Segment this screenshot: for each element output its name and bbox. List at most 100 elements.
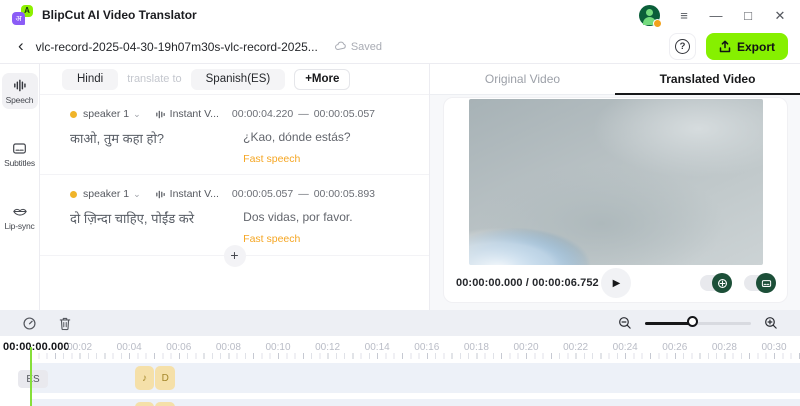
timeline-clip[interactable]: ♪ [135, 366, 155, 390]
timeline-clip[interactable]: D [155, 366, 175, 390]
add-segment-button[interactable]: + [224, 245, 246, 267]
dubbing-toggle-knob [712, 273, 732, 293]
tick-label: 00:16 [414, 342, 439, 353]
playback-speed-icon[interactable] [22, 316, 37, 331]
video-preview-panel: Original Video Translated Video 00:00:00… [430, 64, 800, 310]
zoom-in-icon[interactable] [764, 316, 778, 330]
voice-name: Instant V... [170, 188, 219, 200]
speaker-color-dot [70, 191, 77, 198]
sidebar-item-subtitles[interactable]: Subtitles [2, 136, 38, 172]
logo-devanagari-bubble: अ [12, 12, 25, 25]
save-status: Saved [334, 40, 382, 53]
source-language-selector[interactable]: Hindi [62, 69, 118, 90]
voice-name: Instant V... [170, 108, 219, 120]
tick-label: 00:08 [216, 342, 241, 353]
chevron-down-icon: ⌄ [133, 189, 141, 200]
menu-icon[interactable]: ≡ [676, 9, 692, 22]
player-controls: 00:00:00.000 / 00:00:06.752 ▶ [444, 264, 787, 302]
speaker-selector[interactable]: speaker 1 [83, 108, 129, 120]
timeline-clip[interactable]: ♪ [135, 402, 155, 406]
playhead-line[interactable] [30, 347, 32, 406]
tab-original-video[interactable]: Original Video [430, 64, 615, 94]
user-avatar[interactable] [639, 5, 660, 26]
cloud-icon [334, 40, 347, 53]
waveform-icon [12, 78, 27, 93]
target-language-selector[interactable]: Spanish(ES) [191, 69, 286, 90]
segment-row[interactable]: speaker 1 ⌄ Instant V... 00:00:05.057 [40, 174, 429, 254]
save-status-label: Saved [351, 41, 382, 53]
lips-icon [12, 204, 28, 219]
tick-label: 00:02 [67, 342, 92, 353]
translated-subtitle-text[interactable]: Dos vidas, por favor. [243, 210, 403, 224]
project-filename[interactable]: vlc-record-2025-04-30-19h07m30s-vlc-reco… [36, 40, 318, 54]
source-subtitle-text[interactable]: दो ज़िन्दा चाहिए, पोईंड करे [70, 210, 243, 245]
tick-label: 00:24 [613, 342, 638, 353]
help-button[interactable]: ? [669, 33, 696, 60]
zoom-slider-knob[interactable] [687, 316, 698, 327]
voice-selector[interactable]: Instant V... [155, 108, 219, 120]
speaker-color-dot [70, 111, 77, 118]
segment-start: 00:00:05.057 [232, 188, 293, 200]
question-icon: ? [675, 39, 690, 54]
timeline-ruler[interactable]: 00:00:00.000 00:0200:0400:0600:0800:1000… [0, 336, 800, 362]
zoom-out-icon[interactable] [618, 316, 632, 330]
playhead-time-label: 00:00:00.000 [3, 341, 70, 353]
play-button[interactable]: ▶ [601, 268, 631, 298]
tick-label: 00:28 [712, 342, 737, 353]
tick-label: 00:30 [761, 342, 786, 353]
video-player-card: 00:00:00.000 / 00:00:06.752 ▶ [443, 97, 788, 303]
source-subtitle-text[interactable]: काओ, तुम कहा हो? [70, 130, 243, 165]
sidebar-label-lipsync: Lip-sync [4, 221, 34, 231]
tab-translated-video[interactable]: Translated Video [615, 64, 800, 94]
tick-label: 00:20 [513, 342, 538, 353]
segment-timerange[interactable]: 00:00:04.220 — 00:00:05.057 [232, 108, 375, 120]
titlebar: A अ BlipCut AI Video Translator ≡ — □ ✕ [0, 0, 800, 30]
export-label: Export [737, 40, 775, 54]
speaker-selector[interactable]: speaker 1 [83, 188, 129, 200]
video-frame[interactable] [469, 99, 763, 265]
segment-editor: Hindi translate to Spanish(ES) +More spe… [40, 64, 430, 310]
tick-label: 00:18 [464, 342, 489, 353]
minimize-icon[interactable]: — [708, 9, 724, 22]
playback-time-display: 00:00:00.000 / 00:00:06.752 [456, 277, 599, 289]
close-icon[interactable]: ✕ [772, 9, 788, 22]
subtitles-toggle[interactable] [744, 275, 775, 291]
upload-icon [719, 40, 731, 53]
trash-icon[interactable] [58, 316, 72, 331]
segment-timerange[interactable]: 00:00:05.057 — 00:00:05.893 [232, 188, 375, 200]
captions-icon [12, 141, 27, 156]
segment-row[interactable]: speaker 1 ⌄ Instant V... 00:00:04.220 [40, 95, 429, 174]
translated-audio-track[interactable]: ♪D [30, 363, 800, 393]
time-dash: — [298, 188, 309, 200]
avatar-premium-badge [653, 19, 662, 28]
maximize-icon[interactable]: □ [740, 9, 756, 22]
translated-subtitle-text[interactable]: ¿Kao, dónde estás? [243, 130, 403, 144]
track-language-badge: ES [18, 370, 48, 388]
tick-label: 00:10 [265, 342, 290, 353]
dub-plus-icon [717, 278, 728, 289]
sidebar-item-lipsync[interactable]: Lip-sync [2, 199, 38, 235]
timeline-zoom-controls [618, 316, 778, 330]
back-button[interactable]: ‹ [18, 37, 24, 54]
voice-selector[interactable]: Instant V... [155, 188, 219, 200]
segment-start: 00:00:04.220 [232, 108, 293, 120]
sidebar: Speech Subtitles Lip-sync [0, 64, 40, 310]
tick-label: 00:06 [166, 342, 191, 353]
dubbing-toggle[interactable] [700, 275, 731, 291]
zoom-slider-track [694, 322, 751, 325]
sidebar-label-subtitles: Subtitles [4, 158, 35, 168]
zoom-slider[interactable] [645, 316, 751, 330]
segment-divider: + [40, 255, 429, 256]
tick-label: 00:14 [365, 342, 390, 353]
timeline-clip[interactable]: D [155, 402, 175, 406]
tick-label: 00:26 [662, 342, 687, 353]
fast-speech-warning: Fast speech [243, 153, 403, 165]
export-button[interactable]: Export [706, 33, 788, 60]
preview-tabs: Original Video Translated Video [430, 64, 800, 95]
app-logo-icon: A अ [12, 5, 33, 25]
original-audio-track[interactable]: ♪D [30, 399, 800, 406]
avatar-person-icon [646, 9, 653, 16]
segment-end: 00:00:05.893 [314, 188, 375, 200]
more-languages-button[interactable]: +More [294, 69, 350, 90]
sidebar-item-speech[interactable]: Speech [2, 73, 38, 109]
